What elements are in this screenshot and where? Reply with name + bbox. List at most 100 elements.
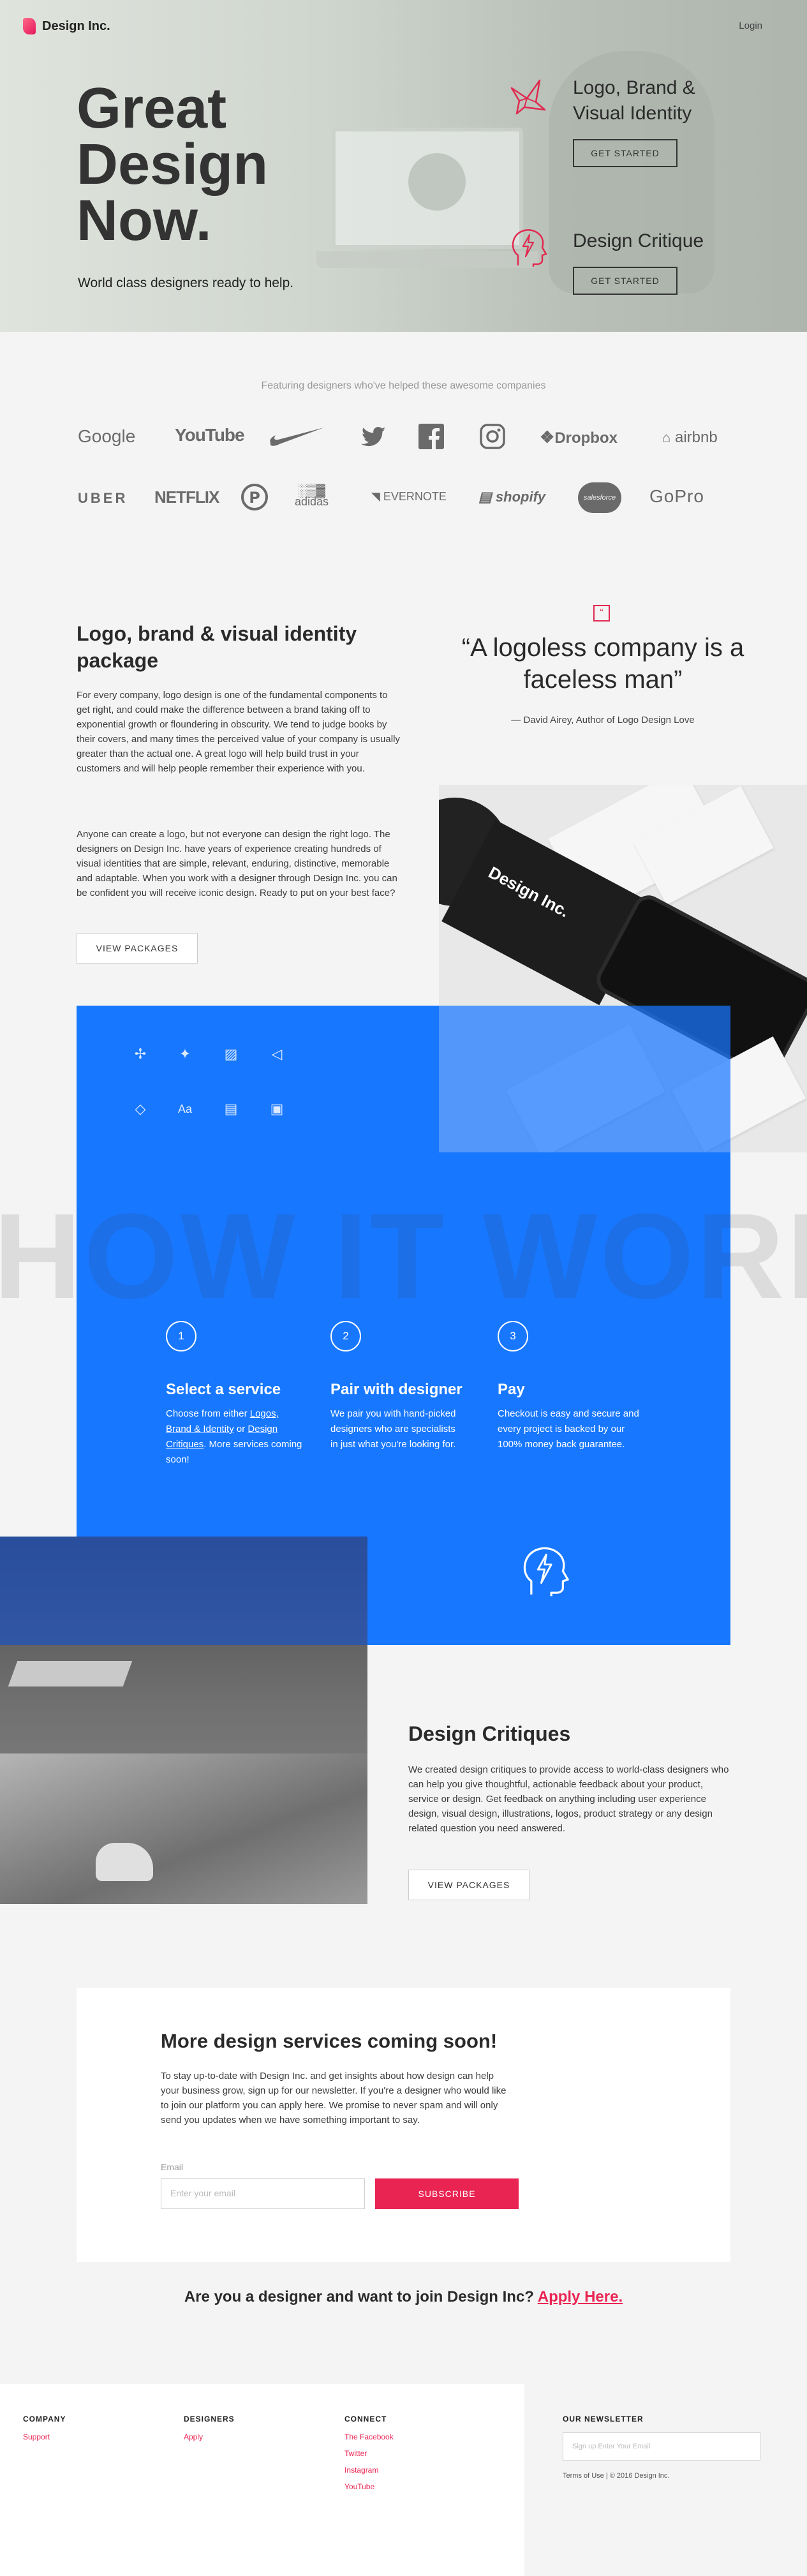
adidas-text: adidas (295, 495, 329, 508)
airbnb-icon: ⌂ (662, 429, 671, 445)
company-logo-nike (270, 428, 324, 446)
pen-nib-icon: ✦ (179, 1046, 191, 1062)
step-2-title: Pair with designer (330, 1381, 463, 1398)
quote-icon: “ (593, 605, 610, 622)
step-3-text: Checkout is easy and secure and every pr… (498, 1408, 639, 1450)
get-started-logo-button[interactable]: GET STARTED (573, 139, 677, 167)
step-2-text: We pair you with hand-picked designers w… (330, 1408, 456, 1450)
hero-title: Great Design Now. (77, 80, 268, 249)
company-logo-evernote: ◥ EVERNOTE (371, 490, 447, 503)
email-label: Email (161, 2162, 184, 2172)
evernote-text: EVERNOTE (383, 490, 447, 503)
join-text: Are you a designer and want to join Desi… (184, 2288, 538, 2305)
svg-text:P: P (249, 489, 260, 507)
footer-connect-heading: CONNECT (344, 2415, 387, 2423)
step-1-text-part: Choose from either (166, 1408, 250, 1419)
footer-instagram-link[interactable]: Instagram (344, 2466, 378, 2475)
youtube-text: YouTube (175, 425, 245, 445)
hero-background-person (408, 153, 466, 211)
airbnb-text: airbnb (674, 429, 718, 446)
hero-title-line: Design (77, 133, 269, 197)
step-2-number: 2 (330, 1321, 361, 1351)
email-input[interactable]: Enter your email (161, 2178, 365, 2209)
photo-laptop (8, 1661, 133, 1686)
step-1-title: Select a service (166, 1381, 281, 1398)
brand-name[interactable]: Design Inc. (42, 19, 110, 34)
footer-newsletter-area (524, 2384, 807, 2576)
typography-icon: Aa (177, 1103, 193, 1115)
footer-designers-heading: DESIGNERS (184, 2415, 235, 2423)
subscribe-button[interactable]: SUBSCRIBE (375, 2178, 519, 2209)
adidas-stripes-icon: ░▒▓ (298, 484, 325, 498)
company-logo-gopro: GoPro (649, 486, 704, 506)
head-lightning-icon (523, 1547, 569, 1597)
newsletter-text: To stay up-to-date with Design Inc. and … (161, 2071, 507, 2126)
service-logo-title-line: Visual Identity (573, 103, 692, 124)
critiques-text: We created design critiques to provide a… (408, 1764, 729, 1834)
company-logo-uber: UBER (78, 490, 128, 506)
company-logo-adidas: ░▒▓ adidas (295, 484, 329, 509)
step-1-text-part: or (233, 1424, 248, 1434)
company-logo-airbnb: ⌂ airbnb (662, 429, 718, 447)
photo-marble-floor (0, 1753, 367, 1904)
company-logo-dropbox: ❖Dropbox (540, 428, 618, 447)
company-logo-google: Google (78, 426, 136, 446)
footer: COMPANY Support DESIGNERS Apply CONNECT … (0, 2384, 807, 2576)
critiques-title: Design Critiques (408, 1722, 571, 1745)
logo-section-paragraph-2: Anyone can create a logo, but not everyo… (77, 829, 397, 898)
logo-section-title: Logo, brand & visual identity package (77, 622, 357, 672)
companies-heading: Featuring designers who've helped these … (261, 380, 546, 391)
origami-icon: ✢ (134, 1046, 147, 1062)
hero-title-line: Great (77, 77, 227, 140)
brand-logo-icon[interactable] (23, 18, 36, 34)
logo-section-paragraph-1: For every company, logo design is one of… (77, 690, 400, 774)
step-3-title: Pay (498, 1381, 525, 1398)
get-started-critique-button[interactable]: GET STARTED (573, 267, 677, 295)
company-logo-facebook (418, 424, 444, 449)
footer-company-heading: COMPANY (23, 2415, 66, 2423)
footer-twitter-link[interactable]: Twitter (344, 2449, 367, 2458)
company-logo-shopify: ▤ shopify (478, 489, 545, 505)
dropbox-text: Dropbox (554, 429, 618, 447)
footer-youtube-link[interactable]: YouTube (344, 2482, 374, 2491)
service-logo-title-line: Logo, Brand & (573, 77, 695, 98)
origami-bird-icon (510, 79, 546, 115)
megaphone-icon: ◁ (271, 1046, 283, 1062)
hero-subtitle: World class designers ready to help. (78, 276, 294, 290)
quote-text: “A logoless company is a faceless man” (461, 634, 744, 694)
service-critique-title: Design Critique (573, 230, 704, 251)
footer-apply-link[interactable]: Apply (184, 2432, 203, 2441)
dropbox-box-icon: ❖ (540, 428, 555, 447)
evernote-elephant-icon: ◥ (371, 490, 380, 503)
company-logo-pinterest: P (241, 484, 268, 510)
footer-fine-print: Terms of Use | © 2016 Design Inc. (563, 2472, 670, 2480)
hero-section: Design Inc. Login Great Design Now. Worl… (0, 0, 807, 332)
company-logo-youtube: YouTube (175, 425, 245, 445)
image-icon: ▣ (270, 1101, 284, 1117)
login-link[interactable]: Login (739, 20, 762, 31)
company-logo-salesforce: salesforce (578, 482, 621, 513)
footer-facebook-link[interactable]: The Facebook (344, 2432, 394, 2441)
join-banner: Are you a designer and want to join Desi… (0, 2288, 807, 2306)
head-lightning-icon (512, 229, 547, 267)
view-packages-logo-button[interactable]: VIEW PACKAGES (77, 933, 198, 964)
swatch-icon: ▨ (224, 1046, 238, 1062)
hero-title-line: Now. (77, 189, 212, 253)
document-icon: ▤ (224, 1101, 238, 1117)
quote-author: — David Airey, Author of Logo Design Lov… (511, 715, 695, 726)
step-3-number: 3 (498, 1321, 528, 1351)
footer-email-input[interactable]: Sign up Enter Your Email (563, 2432, 760, 2461)
how-it-works-watermark: HOW IT WORKS (0, 1189, 807, 1324)
view-packages-critiques-button[interactable]: VIEW PACKAGES (408, 1870, 529, 1900)
step-1-number: 1 (166, 1321, 196, 1351)
footer-support-link[interactable]: Support (23, 2432, 50, 2441)
paint-bucket-icon: ◇ (135, 1101, 146, 1117)
company-logo-instagram (480, 424, 505, 449)
newsletter-title: More design services coming soon! (161, 2030, 498, 2052)
apply-here-link[interactable]: Apply Here. (538, 2288, 623, 2305)
shopify-bag-icon: ▤ (478, 489, 492, 505)
step-1-text: Choose from either Logos, Brand & Identi… (166, 1406, 306, 1468)
service-logo-title: Logo, Brand & Visual Identity (573, 75, 695, 126)
blue-overlay (439, 1006, 730, 1152)
shopify-text: shopify (495, 489, 546, 505)
